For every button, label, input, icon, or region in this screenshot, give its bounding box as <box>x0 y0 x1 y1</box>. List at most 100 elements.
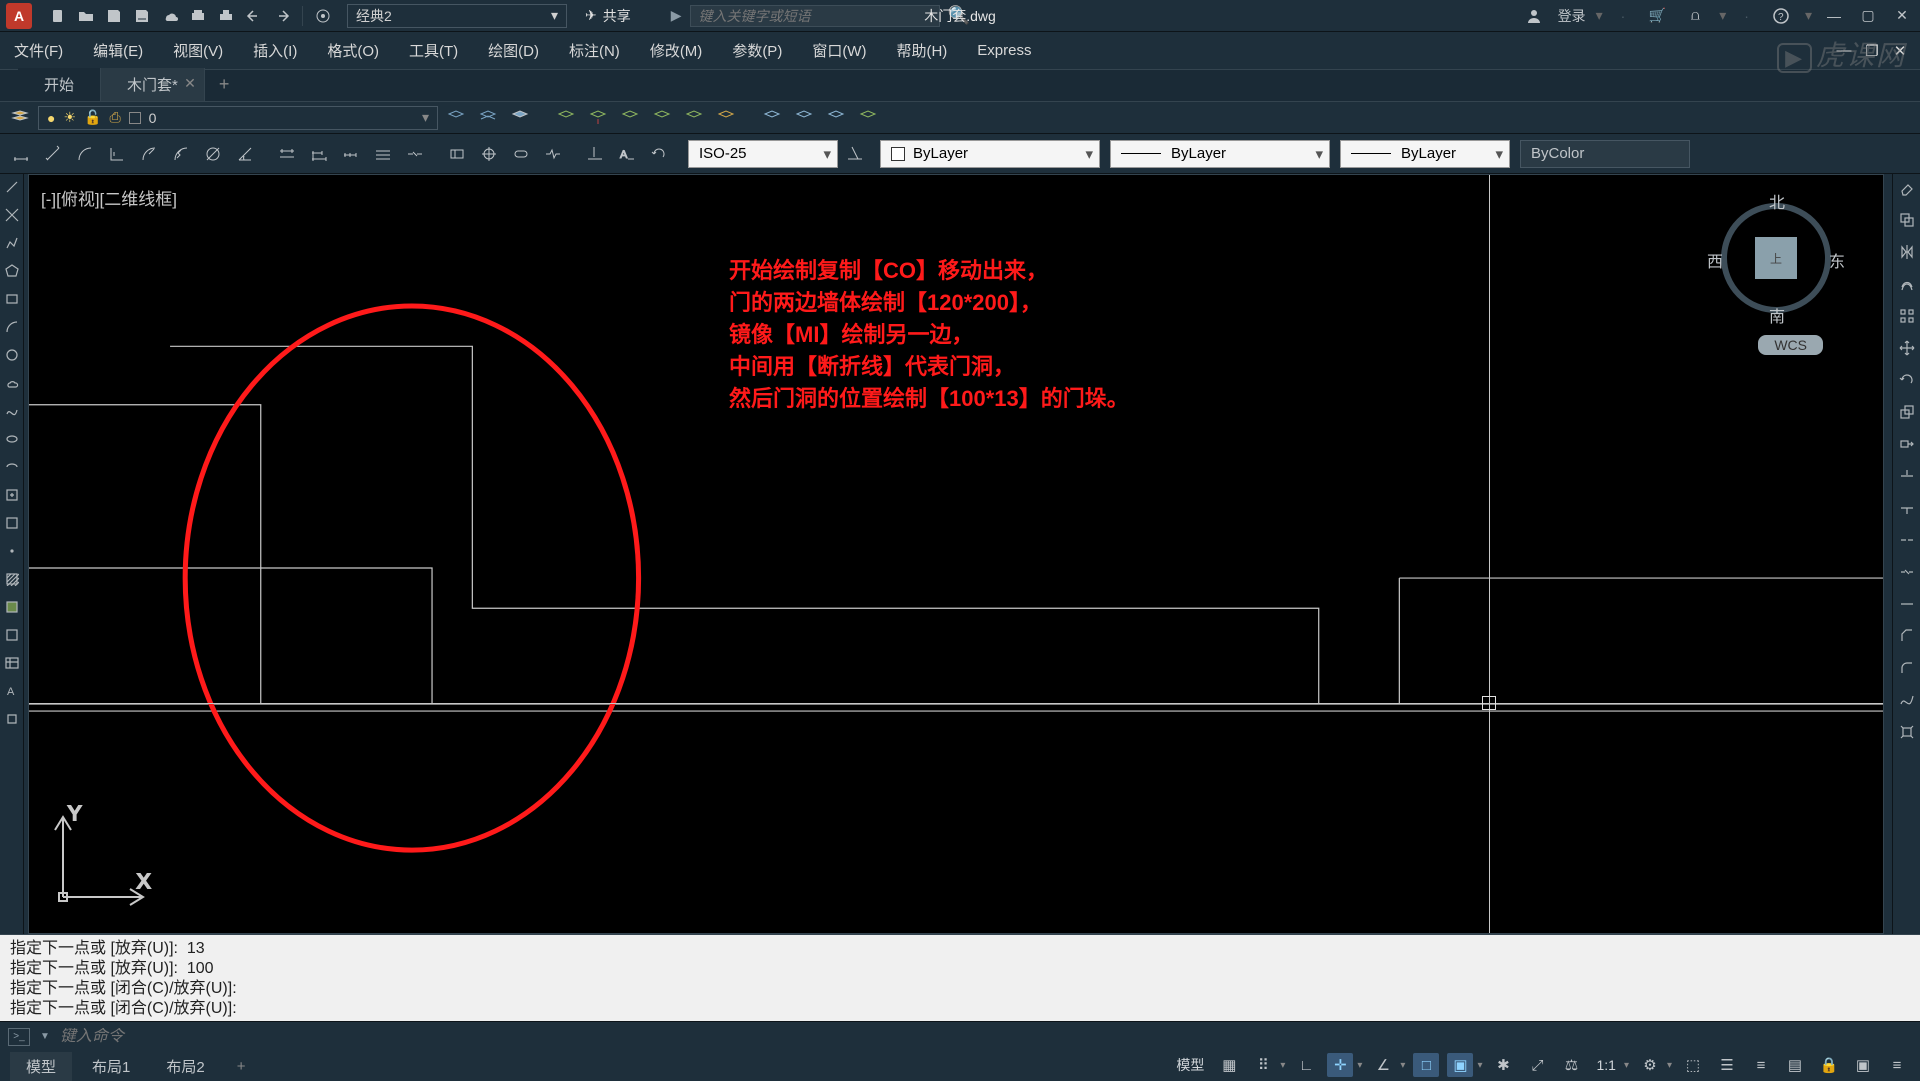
menu-help[interactable]: 帮助(H) <box>892 34 951 67</box>
fillet-icon[interactable] <box>1897 658 1917 678</box>
layout-2[interactable]: 布局2 <box>150 1052 220 1081</box>
menu-insert[interactable]: 插入(I) <box>249 34 301 67</box>
tab-start[interactable]: 开始 <box>18 68 101 101</box>
layer-tool-1[interactable] <box>552 104 580 132</box>
linetype-dropdown[interactable]: ByLayer ▾ <box>1110 140 1330 168</box>
gear-icon[interactable]: ⚙ <box>1637 1053 1663 1077</box>
cart-icon[interactable]: 🛒 <box>1645 4 1669 28</box>
scale-label[interactable]: 1:1 <box>1592 1057 1619 1073</box>
insert-block-icon[interactable] <box>3 486 21 504</box>
command-prompt-icon[interactable]: >_ <box>8 1028 30 1046</box>
hatch-tool-icon[interactable] <box>3 570 21 588</box>
stretch-icon[interactable] <box>1897 434 1917 454</box>
rectangle-tool-icon[interactable] <box>3 290 21 308</box>
workspace-dropdown[interactable]: 经典2 ▾ <box>347 4 567 28</box>
revcloud-tool-icon[interactable] <box>3 374 21 392</box>
break-icon[interactable] <box>1897 562 1917 582</box>
dim-ordinate-icon[interactable] <box>102 138 132 170</box>
layout-model[interactable]: 模型 <box>10 1052 72 1081</box>
isodraft-icon[interactable]: ∠ <box>1370 1053 1396 1077</box>
viewcube-top-face[interactable]: 上 <box>1755 237 1797 279</box>
dim-textedit-icon[interactable]: A <box>612 138 642 170</box>
dim-break-icon[interactable] <box>400 138 430 170</box>
dim-aligned-icon[interactable] <box>38 138 68 170</box>
mtext-tool-icon[interactable]: A <box>3 682 21 700</box>
mirror-icon[interactable] <box>1897 242 1917 262</box>
gradient-tool-icon[interactable] <box>3 598 21 616</box>
menu-tools[interactable]: 工具(T) <box>405 34 462 67</box>
chamfer-icon[interactable] <box>1897 626 1917 646</box>
region-tool-icon[interactable] <box>3 626 21 644</box>
layer-tool-2[interactable] <box>584 104 612 132</box>
user-icon[interactable] <box>1522 4 1546 28</box>
anno-visibility-icon[interactable]: ✱ <box>1490 1053 1516 1077</box>
move-icon[interactable] <box>1897 338 1917 358</box>
tolerance-icon[interactable] <box>442 138 472 170</box>
lineweight-dropdown[interactable]: ByLayer ▾ <box>1340 140 1510 168</box>
close-button[interactable]: ✕ <box>1892 6 1912 26</box>
spline-tool-icon[interactable] <box>3 402 21 420</box>
save-icon[interactable] <box>102 4 126 28</box>
dim-diameter-icon[interactable] <box>198 138 228 170</box>
layout-1[interactable]: 布局1 <box>76 1052 146 1081</box>
snap-mode-icon[interactable]: ⠿ <box>1250 1053 1276 1077</box>
polar-icon[interactable]: ✛ <box>1327 1053 1353 1077</box>
point-tool-icon[interactable] <box>3 542 21 560</box>
new-icon[interactable] <box>46 4 70 28</box>
cloud-save-icon[interactable] <box>158 4 182 28</box>
minimize-button[interactable]: — <box>1824 6 1844 26</box>
make-block-icon[interactable] <box>3 514 21 532</box>
copy-icon[interactable] <box>1897 210 1917 230</box>
child-minimize-icon[interactable]: — <box>1834 41 1854 61</box>
add-selected-icon[interactable] <box>3 710 21 728</box>
autodesk-app-icon[interactable]: ⩍ <box>1683 4 1707 28</box>
rotate-icon[interactable] <box>1897 370 1917 390</box>
dim-arc-icon[interactable] <box>70 138 100 170</box>
osnap-icon[interactable]: □ <box>1413 1053 1439 1077</box>
scale-icon[interactable] <box>1897 402 1917 422</box>
menu-window[interactable]: 窗口(W) <box>808 34 870 67</box>
offset-icon[interactable] <box>1897 274 1917 294</box>
menu-draw[interactable]: 绘图(D) <box>484 34 543 67</box>
break-point-icon[interactable] <box>1897 530 1917 550</box>
iso-view-icon[interactable]: ▣ <box>1850 1053 1876 1077</box>
redo-icon[interactable] <box>270 4 294 28</box>
layer-state-1[interactable] <box>758 104 786 132</box>
ellipse-arc-icon[interactable] <box>3 458 21 476</box>
erase-icon[interactable] <box>1897 178 1917 198</box>
workspace-icon[interactable] <box>311 4 335 28</box>
grid-toggle-icon[interactable]: ▦ <box>1216 1053 1242 1077</box>
dim-edit-icon[interactable] <box>580 138 610 170</box>
dim-space-icon[interactable] <box>368 138 398 170</box>
dim-angular-icon[interactable] <box>230 138 260 170</box>
layer-uniso-icon[interactable] <box>474 104 502 132</box>
close-tab-icon[interactable]: ✕ <box>184 75 196 92</box>
menu-file[interactable]: 文件(F) <box>10 34 67 67</box>
otrack-icon[interactable]: ▣ <box>1447 1053 1473 1077</box>
login-label[interactable]: 登录 <box>1558 6 1586 26</box>
join-icon[interactable] <box>1897 594 1917 614</box>
menu-view[interactable]: 视图(V) <box>169 34 227 67</box>
share-button[interactable]: ✈ 共享 <box>585 6 631 26</box>
print-icon[interactable] <box>214 4 238 28</box>
anno-scale-icon[interactable]: ⚖ <box>1558 1053 1584 1077</box>
layer-tool-3[interactable] <box>616 104 644 132</box>
layer-state-4[interactable] <box>854 104 882 132</box>
menu-format[interactable]: 格式(O) <box>323 34 383 67</box>
dim-update-icon[interactable] <box>644 138 674 170</box>
ellipse-tool-icon[interactable] <box>3 430 21 448</box>
xline-tool-icon[interactable] <box>3 206 21 224</box>
menu-modify[interactable]: 修改(M) <box>646 34 707 67</box>
workspace-switch-icon[interactable]: ⬚ <box>1680 1053 1706 1077</box>
layer-state-3[interactable] <box>822 104 850 132</box>
menu-parametric[interactable]: 参数(P) <box>728 34 786 67</box>
add-tab-button[interactable]: + <box>205 68 244 101</box>
dim-quick-icon[interactable] <box>272 138 302 170</box>
layer-props-icon[interactable] <box>6 104 34 132</box>
plotstyle-dropdown[interactable]: ByColor <box>1520 140 1690 168</box>
arc-tool-icon[interactable] <box>3 318 21 336</box>
circle-tool-icon[interactable] <box>3 346 21 364</box>
dimstyle-manager-icon[interactable] <box>840 138 870 170</box>
tab-current-drawing[interactable]: 木门套* ✕ <box>101 68 205 101</box>
plot-icon[interactable] <box>186 4 210 28</box>
